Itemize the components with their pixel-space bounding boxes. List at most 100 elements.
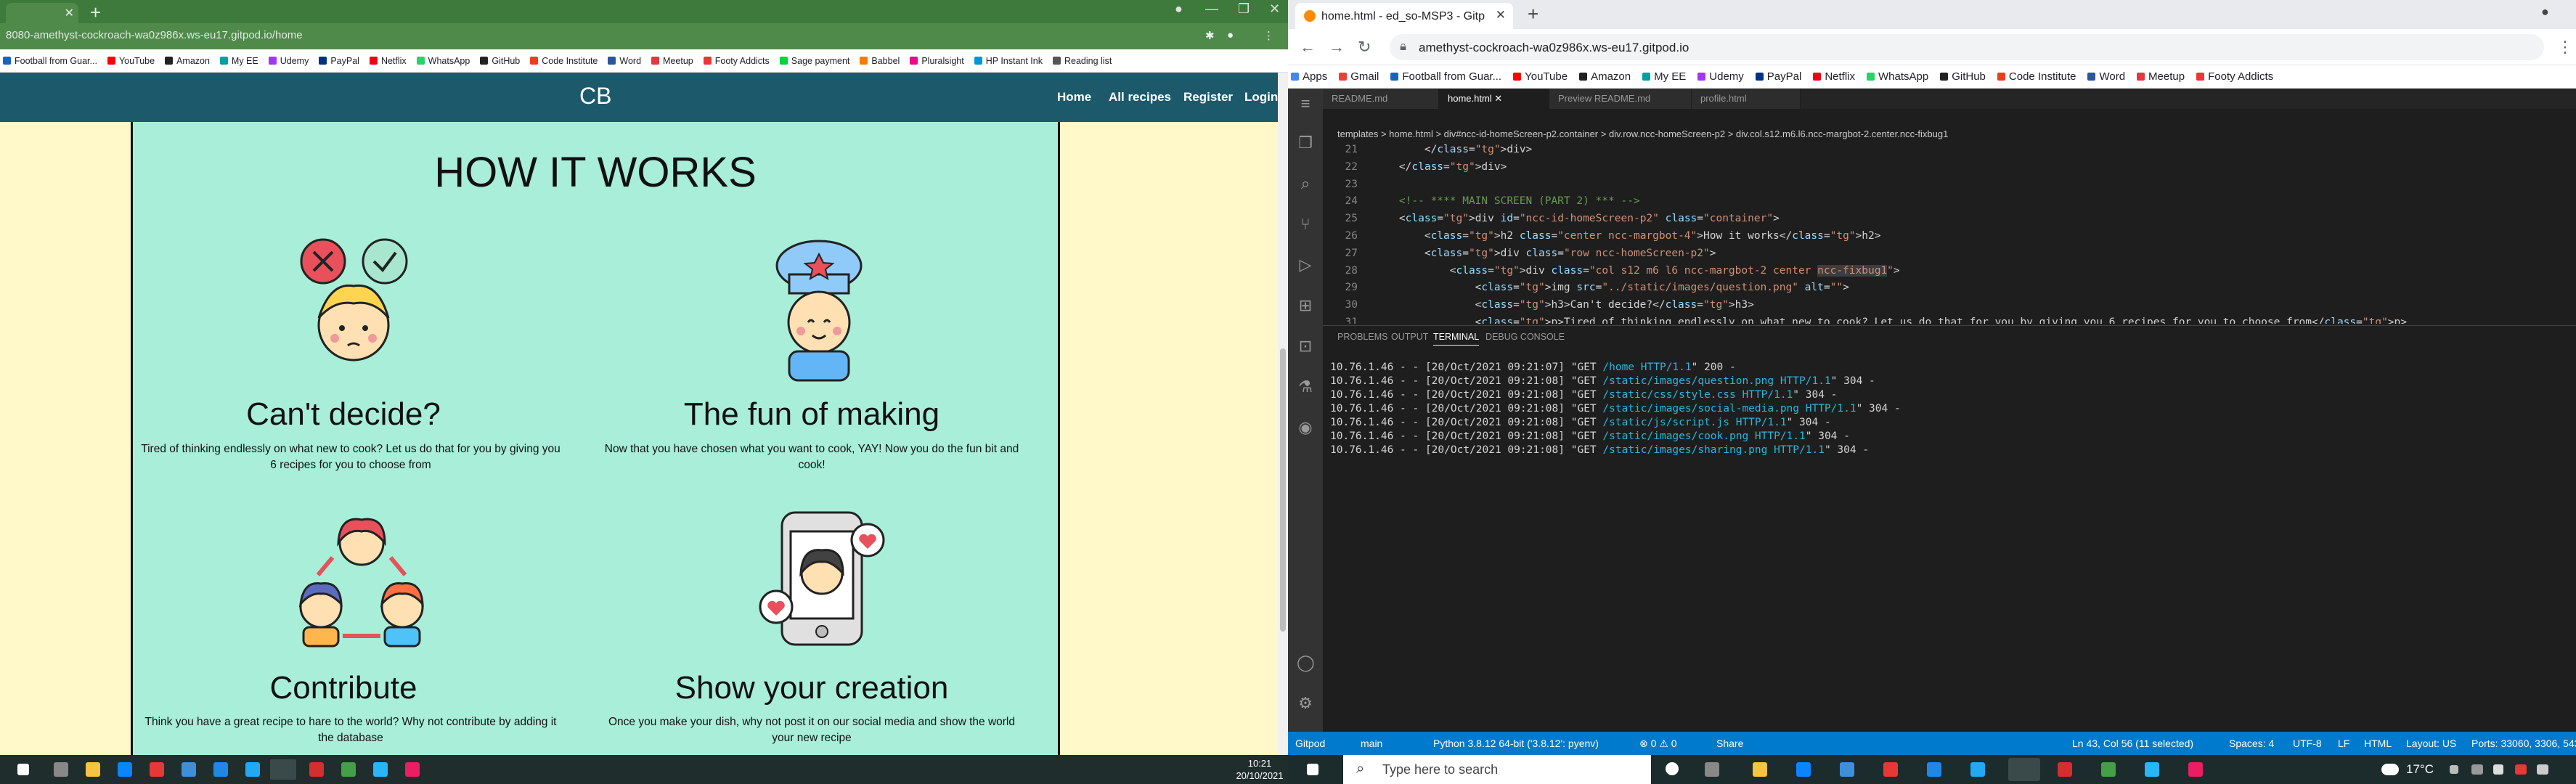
store-icon[interactable]	[1796, 762, 1811, 777]
weather-temp[interactable]: 17°C	[2406, 762, 2434, 777]
url-text[interactable]: 8080-amethyst-cockroach-wa0z986x.ws-eu17…	[6, 29, 303, 41]
right-bookmark[interactable]: Meetup	[2137, 70, 2185, 83]
status-indentation[interactable]: Spaces: 4	[2229, 738, 2274, 749]
status-share[interactable]: Share	[1716, 738, 1743, 749]
code-line[interactable]: <class="tg">p>Tired of thinking endlessl…	[1374, 317, 2407, 324]
gitpod-tab[interactable]: home.html - ed_so-MSP3 - Gitp ✕	[1295, 3, 1513, 29]
tray-chevron-icon[interactable]	[2450, 765, 2458, 774]
status-eol[interactable]: LF	[2338, 738, 2349, 749]
maximize-icon[interactable]: ❐	[1238, 1, 1250, 17]
chrome-active-icon[interactable]	[270, 759, 296, 780]
store-icon[interactable]	[118, 762, 132, 777]
left-bookmark[interactable]: PayPal	[319, 56, 359, 66]
code-line[interactable]: <class="tg">div class="col s12 m6 l6 ncc…	[1374, 264, 1900, 277]
terminal-output[interactable]: 10.76.1.46 - - [20/Oct/2021 09:21:07] "G…	[1330, 361, 1901, 457]
right-bookmark[interactable]: My EE	[1642, 70, 1686, 83]
search-icon[interactable]: ⌕	[1297, 174, 1314, 192]
mail-icon[interactable]	[213, 762, 228, 777]
code-line[interactable]: </class="tg">div>	[1374, 144, 1532, 155]
right-bookmark[interactable]: Netflix	[1813, 70, 1855, 83]
start-icon[interactable]	[17, 764, 29, 775]
code-line[interactable]: <class="tg">h2 class="center ncc-margbot…	[1374, 230, 1881, 242]
menu-icon[interactable]: ≡	[1297, 94, 1314, 113]
edge-icon[interactable]	[182, 762, 196, 777]
status-branch[interactable]: main	[1361, 738, 1382, 749]
right-bookmark[interactable]: PayPal	[1755, 70, 1801, 83]
nav-register[interactable]: Register	[1183, 90, 1233, 105]
tab-search-icon[interactable]: ●	[2541, 4, 2549, 20]
code-line[interactable]: <class="tg">div class="row ncc-homeScree…	[1374, 248, 1716, 259]
right-bookmark[interactable]: Code Institute	[1997, 70, 2076, 83]
extensions-icon[interactable]: ⊞	[1297, 296, 1314, 314]
left-bookmark[interactable]: Pluralsight	[910, 56, 964, 66]
left-bookmark[interactable]: Code Institute	[530, 56, 598, 66]
source-control-icon[interactable]: ⑂	[1297, 215, 1314, 233]
office-icon[interactable]	[150, 762, 164, 777]
code-line[interactable]: <class="tg">div id="ncc-id-homeScreen-p2…	[1374, 213, 1780, 224]
left-bookmark[interactable]: WhatsApp	[416, 56, 470, 66]
status-encoding[interactable]: UTF-8	[2293, 738, 2322, 749]
notification-badge-icon[interactable]	[2515, 764, 2527, 775]
extensions-icon[interactable]: ✱	[1205, 29, 1215, 42]
app-icon[interactable]	[405, 762, 420, 777]
back-icon[interactable]: ←	[1300, 38, 1316, 57]
status-layout[interactable]: Layout: US	[2406, 738, 2456, 749]
menu-kebab-icon[interactable]: ⋮	[1263, 29, 1274, 42]
left-bookmark[interactable]: Word	[608, 56, 641, 66]
task-view-icon[interactable]	[1705, 762, 1719, 777]
left-bookmark[interactable]: YouTube	[107, 56, 155, 66]
left-bookmark[interactable]: Sage payment	[779, 56, 849, 66]
left-bookmark[interactable]: Babbel	[860, 56, 900, 66]
left-bookmark[interactable]: Udemy	[268, 56, 309, 66]
editor-tab[interactable]: home.html ✕	[1439, 89, 1549, 109]
start-icon[interactable]	[1307, 764, 1318, 775]
vscode-icon[interactable]	[245, 762, 260, 777]
left-bookmark[interactable]: Netflix	[369, 56, 407, 66]
right-bookmark[interactable]: WhatsApp	[1867, 70, 1928, 83]
nav-login[interactable]: Login	[1244, 90, 1278, 105]
explorer-icon[interactable]: ❐	[1297, 134, 1314, 152]
profile-avatar[interactable]: ●	[1227, 29, 1234, 41]
account-icon[interactable]: ◯	[1297, 653, 1315, 671]
edge-icon[interactable]	[1840, 762, 1854, 777]
office-icon[interactable]	[1883, 762, 1898, 777]
left-bookmark[interactable]: Footy Addicts	[703, 56, 770, 66]
chrome-profile-icon[interactable]	[2101, 762, 2116, 777]
right-bookmark[interactable]: Footy Addicts	[2196, 70, 2273, 83]
page-scrollbar[interactable]	[1278, 73, 1288, 755]
volume-icon[interactable]	[2493, 764, 2503, 775]
editor-tab[interactable]: Preview README.md	[1549, 89, 1692, 109]
file-explorer-icon[interactable]	[1753, 762, 1767, 777]
code-line[interactable]: <class="tg">img src="../static/images/qu…	[1374, 282, 1849, 293]
remote-explorer-icon[interactable]: ⊡	[1297, 337, 1314, 355]
minimize-icon[interactable]: —	[1205, 1, 1218, 17]
testing-icon[interactable]: ⚗	[1297, 377, 1314, 396]
file-explorer-icon[interactable]	[86, 762, 100, 777]
office-app-icon[interactable]	[309, 762, 324, 777]
new-tab-icon[interactable]: +	[90, 1, 101, 24]
scrollbar-thumb[interactable]	[1280, 348, 1286, 632]
nav-home[interactable]: Home	[1057, 90, 1091, 105]
right-bookmark[interactable]: Amazon	[1579, 70, 1631, 83]
code-editor[interactable]: 21 </class="tg">div> 22 </class="tg">div>…	[1323, 144, 2576, 324]
right-bookmark[interactable]: YouTube	[1513, 70, 1568, 83]
tab-search-icon[interactable]: ●	[1175, 1, 1183, 17]
close-tab-icon[interactable]: ✕	[1496, 8, 1506, 23]
left-bookmark[interactable]: Meetup	[651, 56, 693, 66]
app-icon[interactable]	[2188, 762, 2203, 777]
status-python[interactable]: Python 3.8.12 64-bit ('3.8.12': pyenv)	[1433, 738, 1599, 749]
new-tab-icon[interactable]: +	[1528, 3, 1538, 25]
right-bookmark[interactable]: Football from Guar...	[1390, 70, 1501, 83]
taskbar-search-box[interactable]: ⌕ Type here to search	[1343, 755, 1651, 784]
site-logo[interactable]: CB	[579, 83, 611, 110]
left-bookmark[interactable]: Amazon	[165, 56, 210, 66]
reload-icon[interactable]: ↻	[1358, 38, 1371, 57]
task-view-icon[interactable]	[54, 762, 68, 777]
right-bookmark[interactable]: GitHub	[1940, 70, 1986, 83]
status-gitpod[interactable]: Gitpod	[1295, 738, 1325, 749]
url-text[interactable]: amethyst-cockroach-wa0z986x.ws-eu17.gitp…	[1419, 41, 1689, 55]
close-tab-icon[interactable]: ✕	[65, 6, 74, 20]
breadcrumb[interactable]: templates > home.html > div#ncc-id-homeS…	[1323, 126, 2576, 142]
chrome-profile-icon[interactable]	[341, 762, 356, 777]
cortana-icon[interactable]	[1666, 762, 1679, 775]
